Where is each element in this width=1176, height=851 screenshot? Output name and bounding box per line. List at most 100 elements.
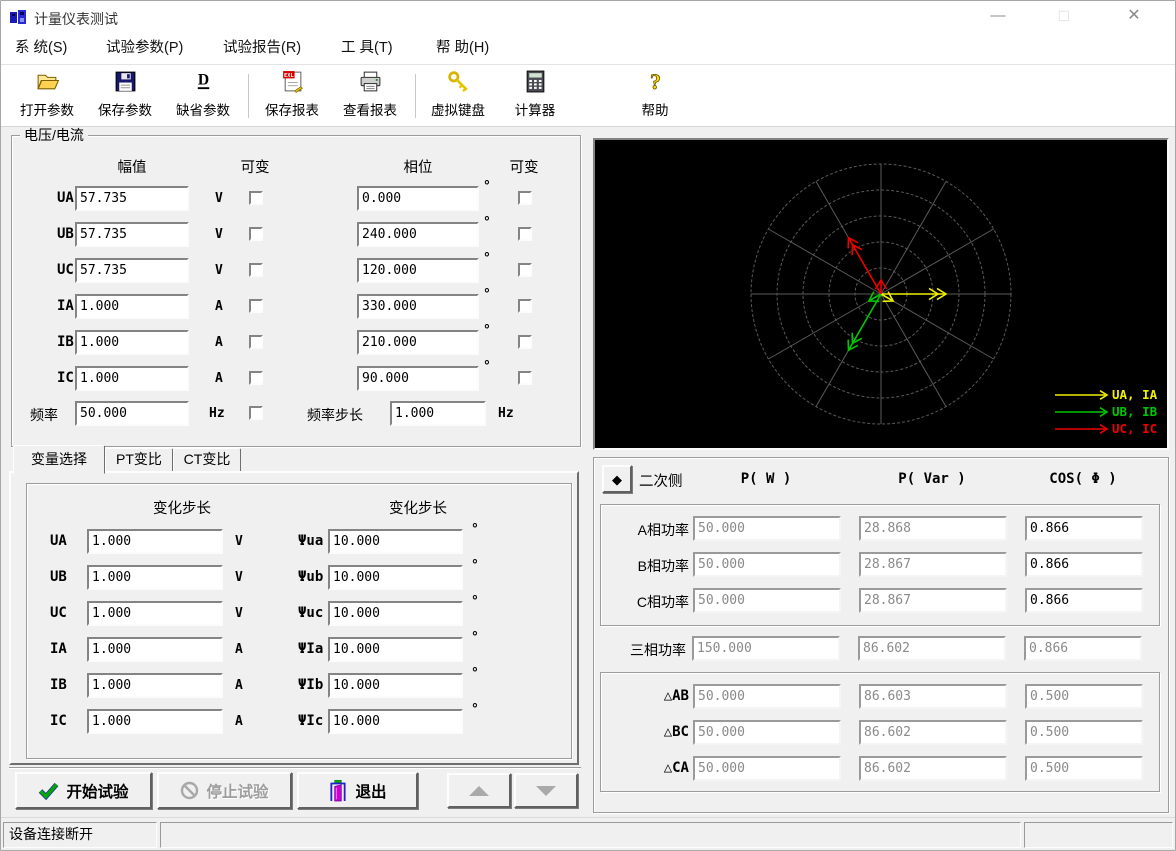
scroll-up-button[interactable]: [447, 773, 511, 808]
phase-variable-checkbox[interactable]: [518, 299, 532, 313]
save-report-button[interactable]: EXL 保存报表: [253, 69, 331, 123]
step-row: UB V Ψub °: [27, 565, 571, 590]
step-column-header: 变化步长: [87, 497, 277, 518]
phase-variable-checkbox[interactable]: [518, 335, 532, 349]
total-power-row: 三相功率: [594, 636, 1170, 661]
active-power-field: [693, 684, 841, 709]
amplitude-column-header: 幅值: [75, 156, 189, 177]
phase-field[interactable]: [357, 294, 479, 319]
tab-variable-select[interactable]: 变量选择: [13, 445, 105, 474]
exit-door-icon: [328, 780, 348, 802]
phase-column-header: 相位: [357, 156, 479, 177]
amplitude-variable-checkbox[interactable]: [249, 299, 263, 313]
degree-label: °: [483, 179, 491, 194]
psi-step-field[interactable]: [328, 601, 463, 626]
save-report-icon: EXL: [280, 69, 305, 94]
psi-label: Ψua: [298, 533, 323, 549]
psi-step-field[interactable]: [328, 529, 463, 554]
virtual-keyboard-button[interactable]: 虚拟键盘: [419, 69, 497, 123]
psi-step-field[interactable]: [328, 709, 463, 734]
calculator-icon: [523, 69, 548, 94]
minimize-button[interactable]: —: [975, 1, 1021, 33]
window-title: 计量仪表测试: [34, 9, 118, 29]
reactive-power-field: [859, 756, 1007, 781]
step-field[interactable]: [87, 673, 223, 698]
phase-variable-checkbox[interactable]: [518, 263, 532, 277]
psi-step-field[interactable]: [328, 673, 463, 698]
step-field[interactable]: [87, 637, 223, 662]
maximize-button[interactable]: □: [1041, 1, 1087, 33]
tab-pt-ratio[interactable]: PT变比: [105, 448, 173, 473]
help-button[interactable]: ? 帮助: [616, 69, 694, 123]
amplitude-variable-checkbox[interactable]: [249, 371, 263, 385]
toolbar: 打开参数 保存参数 D 缺省参数 EXL: [1, 65, 1175, 127]
phase-variable-checkbox[interactable]: [518, 371, 532, 385]
row-label: IA: [57, 298, 74, 314]
phase-field[interactable]: [357, 330, 479, 355]
up-arrow-icon: [468, 785, 490, 797]
status-extra-panel: [1024, 822, 1173, 848]
stop-test-button[interactable]: 停止试验: [157, 772, 292, 809]
amplitude-field[interactable]: [75, 366, 189, 391]
power-factor-field: [1025, 588, 1143, 613]
source-row: IA A °: [12, 294, 580, 319]
calculator-button[interactable]: 计算器: [496, 69, 574, 123]
psi-label: ΨIc: [298, 713, 323, 729]
tab-ct-ratio[interactable]: CT变比: [173, 448, 241, 473]
step-field[interactable]: [87, 529, 223, 554]
amplitude-field[interactable]: [75, 330, 189, 355]
active-power-header: P( W ): [692, 471, 840, 487]
row-label: UB: [57, 226, 74, 242]
amplitude-field[interactable]: [75, 294, 189, 319]
menu-test-params[interactable]: 试验参数(P): [106, 33, 183, 63]
save-params-button[interactable]: 保存参数: [86, 69, 164, 123]
psi-step-field[interactable]: [328, 637, 463, 662]
menu-test-report[interactable]: 试验报告(R): [223, 33, 301, 63]
amplitude-field[interactable]: [75, 258, 189, 283]
open-params-button[interactable]: 打开参数: [8, 69, 86, 123]
amplitude-field[interactable]: [75, 186, 189, 211]
step-row: UA V Ψua °: [27, 529, 571, 554]
step-field[interactable]: [87, 565, 223, 590]
open-folder-icon: [35, 69, 60, 94]
psi-label: ΨIa: [298, 641, 323, 657]
exit-button[interactable]: 退出: [297, 772, 418, 809]
source-row: UB V °: [12, 222, 580, 247]
scroll-down-button[interactable]: [514, 773, 578, 808]
phase-variable-checkbox[interactable]: [518, 191, 532, 205]
phase-field[interactable]: [357, 186, 479, 211]
step-row: IA A ΨIa °: [27, 637, 571, 662]
frequency-step-field[interactable]: [390, 401, 486, 426]
default-params-button[interactable]: D 缺省参数: [164, 69, 242, 123]
amplitude-variable-checkbox[interactable]: [249, 335, 263, 349]
close-button[interactable]: ✕: [1111, 1, 1157, 33]
amplitude-field[interactable]: [75, 222, 189, 247]
amplitude-variable-checkbox[interactable]: [249, 191, 263, 205]
amplitude-variable-checkbox[interactable]: [249, 227, 263, 241]
view-report-button[interactable]: 查看报表: [331, 69, 409, 123]
step-field[interactable]: [87, 709, 223, 734]
frequency-field[interactable]: [75, 401, 189, 426]
psi-step-field[interactable]: [328, 565, 463, 590]
start-test-button[interactable]: 开始试验: [15, 772, 152, 809]
step-column-header: 变化步长: [328, 497, 508, 518]
menu-tools[interactable]: 工 具(T): [341, 33, 393, 63]
menu-system[interactable]: 系 统(S): [15, 33, 67, 63]
amplitude-variable-checkbox[interactable]: [249, 263, 263, 277]
frequency-step-label: 频率步长: [307, 405, 363, 425]
phase-field[interactable]: [357, 222, 479, 247]
stop-icon: [180, 781, 199, 800]
phase-field[interactable]: [357, 258, 479, 283]
phase-variable-checkbox[interactable]: [518, 227, 532, 241]
step-field[interactable]: [87, 601, 223, 626]
groupbox-title: 电压/电流: [20, 128, 88, 143]
source-row: UA V °: [12, 186, 580, 211]
phasor-plot: UA, IAUB, IBUC, IC: [595, 140, 1167, 448]
active-power-field: [693, 720, 841, 745]
status-bar: 设备连接断开: [1, 817, 1175, 851]
menu-help[interactable]: 帮 助(H): [436, 33, 489, 63]
status-message-panel: [160, 822, 1021, 848]
secondary-side-button[interactable]: ◆: [602, 465, 632, 493]
frequency-variable-checkbox[interactable]: [249, 406, 263, 420]
phase-field[interactable]: [357, 366, 479, 391]
